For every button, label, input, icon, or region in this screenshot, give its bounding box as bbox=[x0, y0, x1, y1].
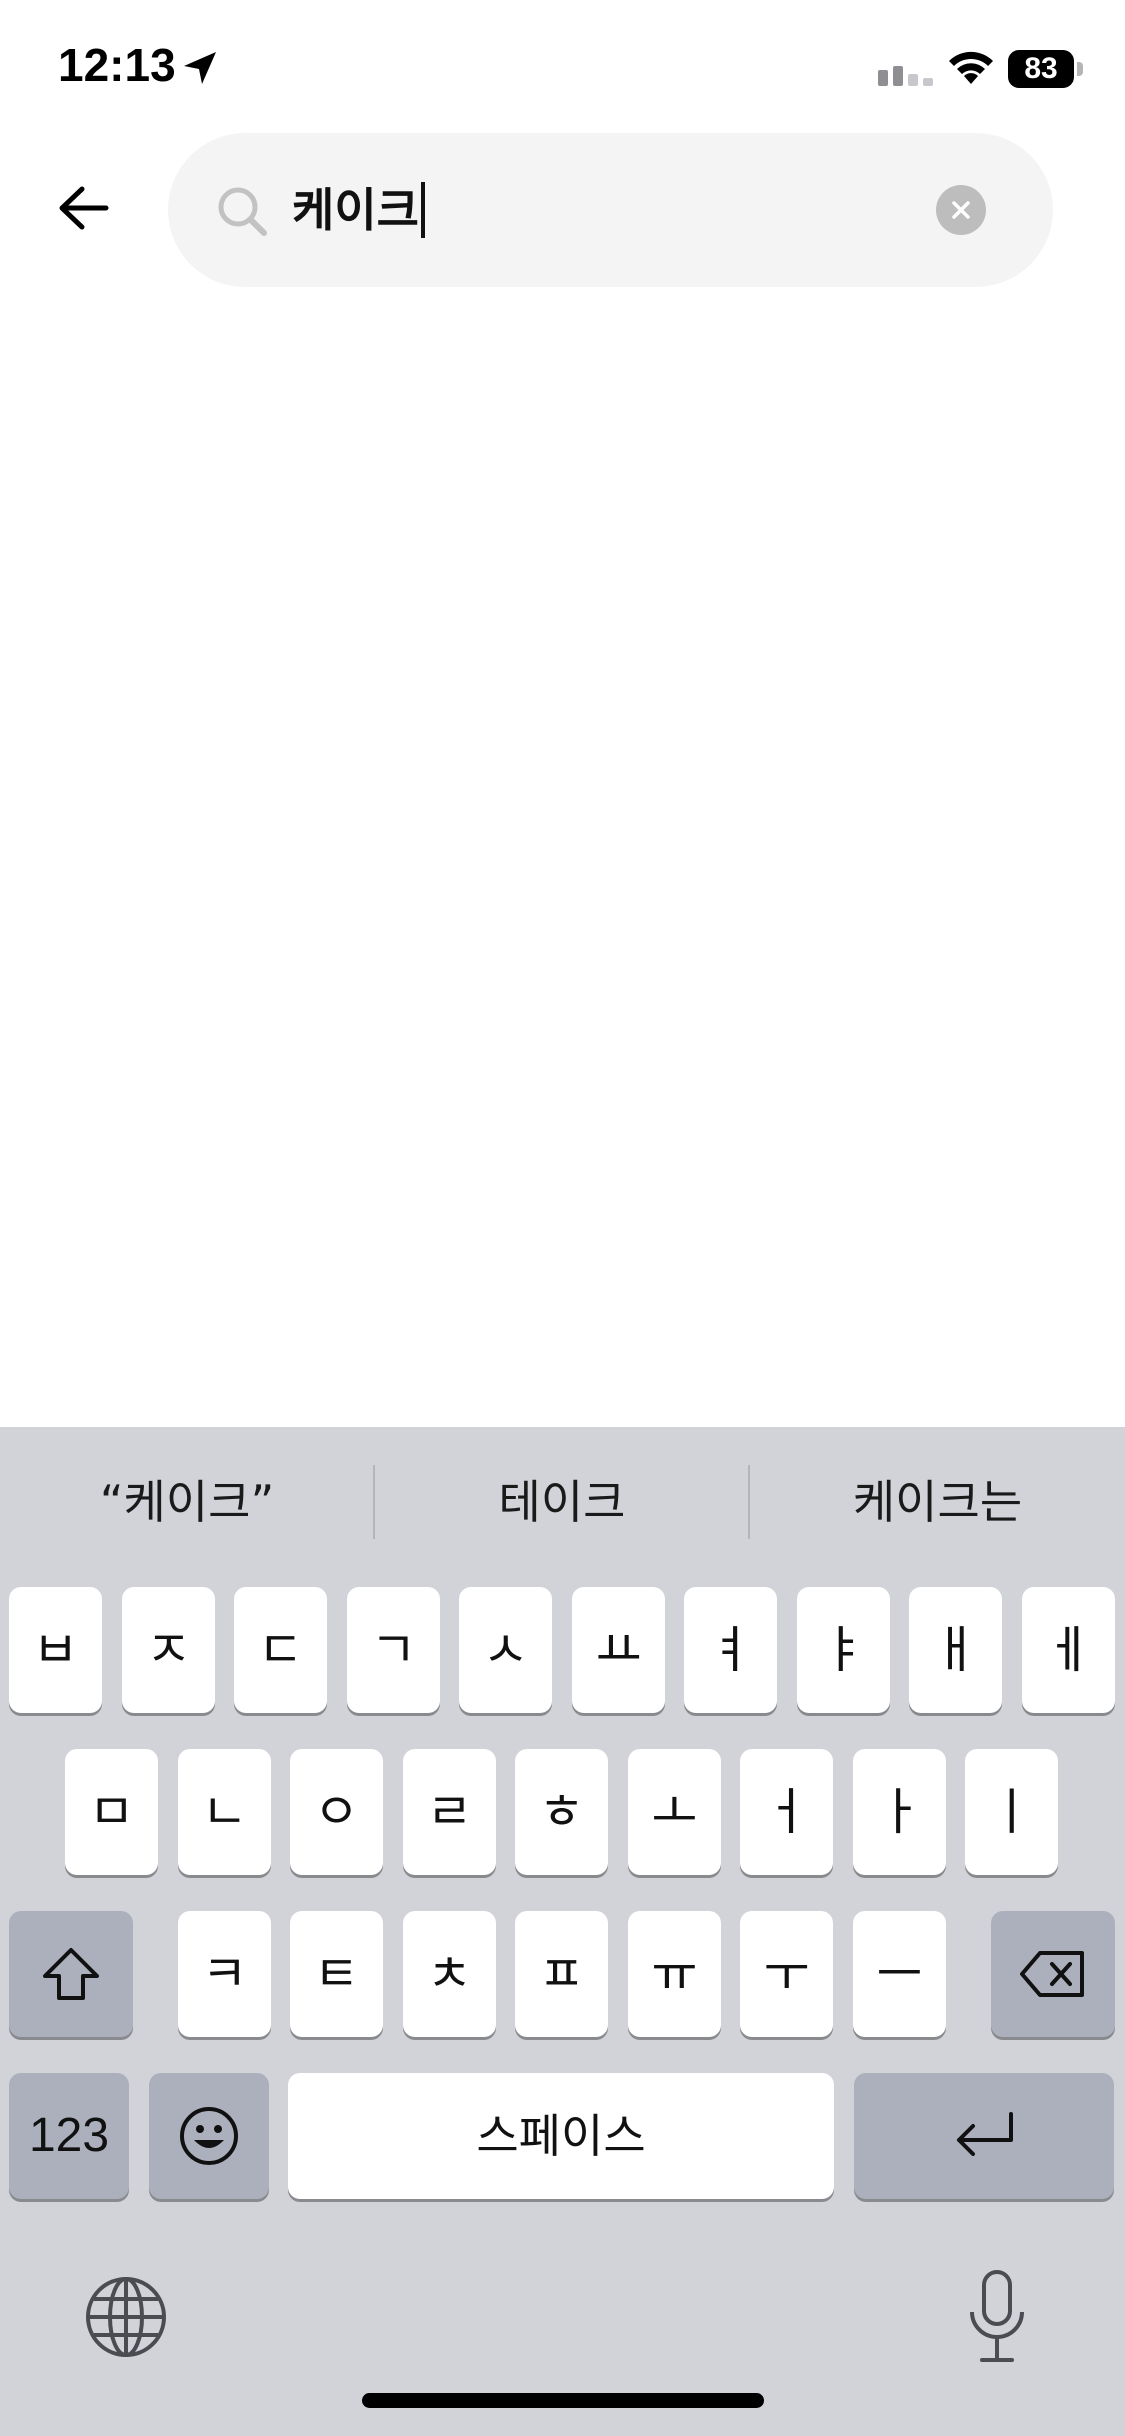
clear-search-button[interactable] bbox=[936, 185, 986, 235]
predictive-bar: “케이크” 테이크 케이크는 bbox=[0, 1427, 1125, 1577]
emoji-key[interactable] bbox=[149, 2073, 269, 2199]
microphone-icon[interactable] bbox=[962, 2268, 1032, 2368]
backspace-icon bbox=[1020, 1951, 1084, 1997]
key[interactable]: ㄹ bbox=[403, 1749, 496, 1875]
key[interactable]: ㅏ bbox=[853, 1749, 946, 1875]
search-bar[interactable]: 케이크 bbox=[168, 133, 1053, 287]
suggestion-item[interactable]: 케이크는 bbox=[750, 1427, 1125, 1577]
key[interactable]: ㅎ bbox=[515, 1749, 608, 1875]
battery-level: 83 bbox=[1024, 52, 1058, 85]
key[interactable]: ㅂ bbox=[9, 1587, 102, 1713]
key[interactable]: ㅗ bbox=[628, 1749, 721, 1875]
key[interactable]: ㄷ bbox=[234, 1587, 327, 1713]
back-button[interactable] bbox=[44, 168, 124, 248]
key[interactable]: ㅛ bbox=[572, 1587, 665, 1713]
key[interactable]: ㅡ bbox=[853, 1911, 946, 2037]
key[interactable]: ㅌ bbox=[290, 1911, 383, 2037]
battery-icon: 83 bbox=[1008, 50, 1084, 90]
key[interactable]: ㅠ bbox=[628, 1911, 721, 2037]
delete-key[interactable] bbox=[991, 1911, 1115, 2037]
search-input[interactable]: 케이크 bbox=[292, 175, 852, 245]
search-screen: 12:13 83 케이크 “케이크” 테이크 케이크는 ㅂ ㅈ ㄷ ㄱ ㅅ ㅛ … bbox=[0, 0, 1125, 2436]
key[interactable]: ㅓ bbox=[740, 1749, 833, 1875]
arrow-left-icon bbox=[59, 186, 109, 230]
key[interactable]: ㅅ bbox=[459, 1587, 552, 1713]
clear-x-icon bbox=[952, 201, 970, 219]
key[interactable]: ㅐ bbox=[909, 1587, 1002, 1713]
key[interactable]: ㅈ bbox=[122, 1587, 215, 1713]
battery-cap bbox=[1077, 62, 1083, 76]
return-arrow-icon bbox=[957, 2112, 1013, 2156]
key[interactable]: ㅔ bbox=[1022, 1587, 1115, 1713]
key[interactable]: ㅑ bbox=[797, 1587, 890, 1713]
globe-icon[interactable] bbox=[84, 2275, 168, 2359]
home-indicator bbox=[362, 2393, 764, 2408]
key[interactable]: ㅇ bbox=[290, 1749, 383, 1875]
return-key[interactable] bbox=[854, 2073, 1114, 2199]
smiley-icon bbox=[180, 2107, 238, 2165]
keyboard: “케이크” 테이크 케이크는 ㅂ ㅈ ㄷ ㄱ ㅅ ㅛ ㅕ ㅑ ㅐ ㅔ ㅁ ㄴ ㅇ… bbox=[0, 1427, 1125, 2436]
magnifier-icon bbox=[218, 187, 267, 236]
search-query-text: 케이크 bbox=[292, 183, 419, 237]
text-caret bbox=[420, 182, 425, 238]
key[interactable]: ㅜ bbox=[740, 1911, 833, 2037]
space-key[interactable]: 스페이스 bbox=[288, 2073, 834, 2199]
location-arrow-icon bbox=[184, 52, 216, 84]
key[interactable]: ㄴ bbox=[178, 1749, 271, 1875]
key[interactable]: ㄱ bbox=[347, 1587, 440, 1713]
shift-arrow-icon bbox=[43, 1948, 99, 2000]
key[interactable]: ㅍ bbox=[515, 1911, 608, 2037]
suggestion-item[interactable]: 테이크 bbox=[375, 1427, 749, 1577]
key[interactable]: ㅊ bbox=[403, 1911, 496, 2037]
shift-key[interactable] bbox=[9, 1911, 133, 2037]
wifi-icon bbox=[949, 51, 993, 84]
key[interactable]: ㅕ bbox=[684, 1587, 777, 1713]
status-bar: 12:13 83 bbox=[0, 0, 1125, 140]
key[interactable]: ㅣ bbox=[965, 1749, 1058, 1875]
cellular-signal-icon bbox=[878, 66, 933, 86]
key[interactable]: ㅋ bbox=[178, 1911, 271, 2037]
numbers-key[interactable]: 123 bbox=[9, 2073, 129, 2199]
status-time: 12:13 bbox=[58, 39, 176, 91]
key[interactable]: ㅁ bbox=[65, 1749, 158, 1875]
suggestion-item[interactable]: “케이크” bbox=[0, 1427, 374, 1577]
